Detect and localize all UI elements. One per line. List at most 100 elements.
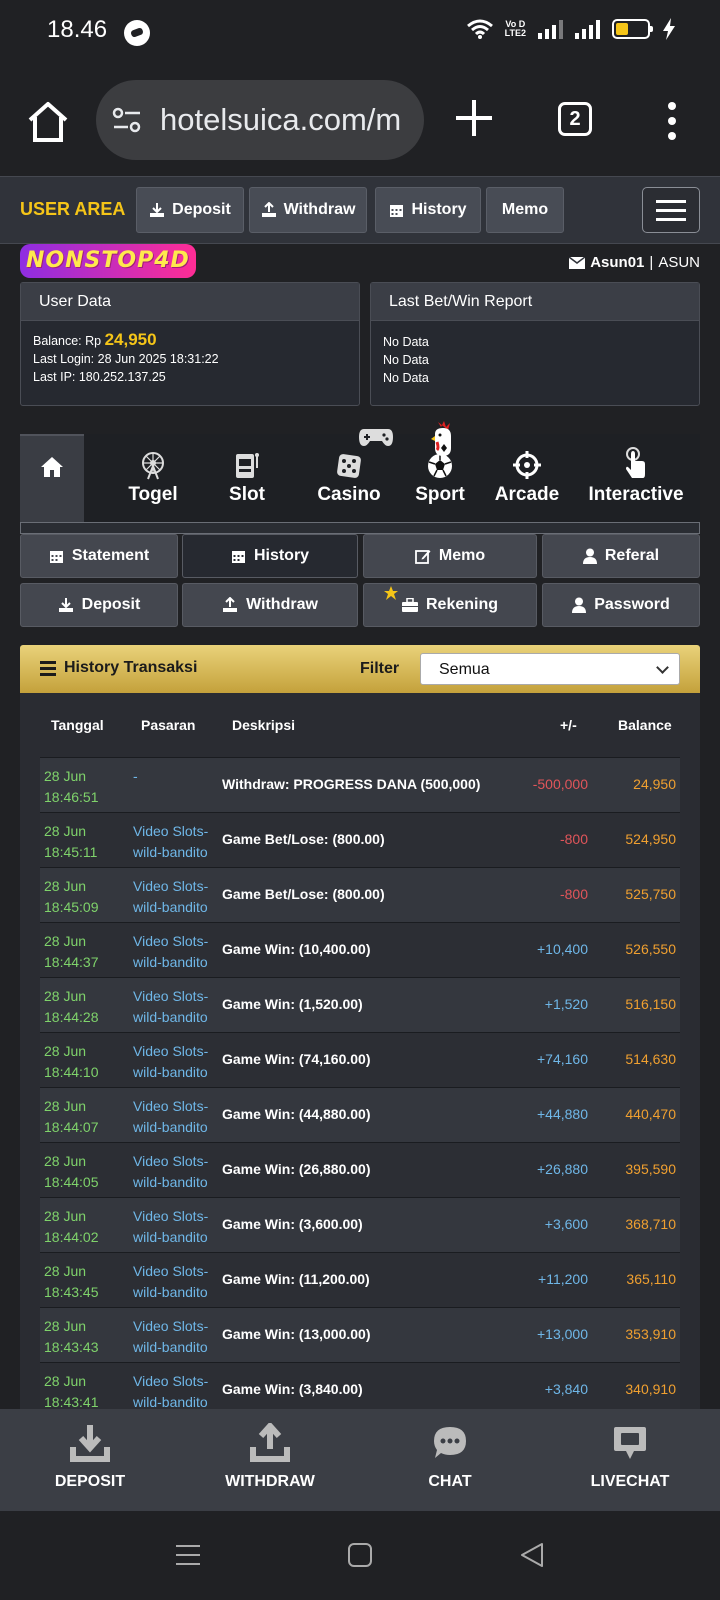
- row-market-cell[interactable]: Video Slots-wild-bandito: [133, 1151, 223, 1193]
- row-market-line1[interactable]: -: [133, 766, 223, 787]
- row-balance: 353,910: [625, 1326, 676, 1342]
- game-tab-interactive[interactable]: Interactive: [570, 446, 702, 506]
- row-balance: 514,630: [625, 1051, 676, 1067]
- top-memo-button[interactable]: Memo: [486, 187, 564, 233]
- history-button[interactable]: History: [182, 534, 358, 578]
- row-description: Game Win: (10,400.00): [222, 941, 371, 957]
- row-market-cell[interactable]: Video Slots-wild-bandito: [133, 1041, 223, 1083]
- site-logo[interactable]: NONSTOP4D: [20, 244, 196, 278]
- row-market-line1[interactable]: Video Slots-: [133, 1371, 223, 1392]
- user-icon: [572, 597, 587, 613]
- row-balance: 395,590: [625, 1161, 676, 1177]
- row-market-line2[interactable]: wild-bandito: [133, 1007, 223, 1028]
- row-time: 18:44:28: [44, 1009, 99, 1025]
- new-tab-icon[interactable]: [456, 100, 492, 136]
- address-bar[interactable]: hotelsuica.com/m: [96, 80, 424, 160]
- row-market-line1[interactable]: Video Slots-: [133, 931, 223, 952]
- table-row: 28 Jun 18:46:51 - Withdraw: PROGRESS DANA (…: [40, 757, 680, 812]
- home-icon: [41, 457, 63, 477]
- battery-icon: [612, 19, 653, 39]
- home-icon[interactable]: [26, 100, 70, 144]
- row-market-line1[interactable]: Video Slots-: [133, 876, 223, 897]
- row-description: Game Win: (74,160.00): [222, 1051, 371, 1067]
- back-icon[interactable]: [520, 1543, 544, 1567]
- row-market-line2[interactable]: wild-bandito: [133, 1337, 223, 1358]
- row-market-line1[interactable]: Video Slots-: [133, 1206, 223, 1227]
- game-nav-scrollbar[interactable]: [20, 522, 700, 534]
- row-market-line1[interactable]: Video Slots-: [133, 1261, 223, 1282]
- row-date: 28 Jun: [44, 1043, 87, 1059]
- col-amount: +/-: [560, 717, 577, 733]
- row-market-line2[interactable]: wild-bandito: [133, 1062, 223, 1083]
- row-date: 28 Jun: [44, 933, 87, 949]
- row-market-cell[interactable]: Video Slots-wild-bandito: [133, 931, 223, 973]
- row-market-line2[interactable]: wild-bandito: [133, 897, 223, 918]
- row-market-line1[interactable]: Video Slots-: [133, 986, 223, 1007]
- top-history-button[interactable]: History: [375, 187, 481, 233]
- url-text[interactable]: hotelsuica.com/m: [160, 102, 401, 138]
- game-tab-slot[interactable]: Slot: [200, 446, 294, 506]
- row-market-line1[interactable]: Video Slots-: [133, 1151, 223, 1172]
- withdraw-button[interactable]: Withdraw: [182, 583, 358, 627]
- row-market-cell[interactable]: Video Slots-wild-bandito: [133, 821, 223, 863]
- row-market-cell[interactable]: Video Slots-wild-bandito: [133, 876, 223, 918]
- volte-bottom: LTE2: [504, 28, 526, 38]
- charging-icon: [663, 18, 675, 40]
- table-row: 28 Jun 18:44:28 Video Slots-wild-bandito Ga…: [40, 977, 680, 1032]
- game-tab-arcade[interactable]: Arcade: [478, 446, 576, 506]
- row-market-cell[interactable]: Video Slots-wild-bandito: [133, 1316, 223, 1358]
- more-menu-icon[interactable]: [668, 102, 676, 140]
- row-market-line2[interactable]: wild-bandito: [133, 952, 223, 973]
- row-market-cell[interactable]: Video Slots-wild-bandito: [133, 1371, 223, 1409]
- row-market-cell[interactable]: Video Slots-wild-bandito: [133, 1096, 223, 1138]
- row-market-cell[interactable]: -: [133, 766, 223, 787]
- top-deposit-label: Deposit: [172, 201, 231, 218]
- row-market-line2[interactable]: wild-bandito: [133, 842, 223, 863]
- row-market-cell[interactable]: Video Slots-wild-bandito: [133, 1206, 223, 1248]
- star-icon: [384, 586, 398, 600]
- recent-apps-icon[interactable]: [176, 1543, 200, 1567]
- rekening-button[interactable]: Rekening: [363, 583, 537, 627]
- site-settings-icon[interactable]: [112, 106, 142, 134]
- bottom-withdraw-button[interactable]: WITHDRAW: [180, 1421, 360, 1491]
- game-home-tab[interactable]: [20, 434, 84, 522]
- top-deposit-button[interactable]: Deposit: [136, 187, 244, 233]
- game-tab-togel[interactable]: Togel: [106, 446, 200, 506]
- bottom-deposit-label: DEPOSIT: [54, 1473, 126, 1490]
- top-withdraw-button[interactable]: Withdraw: [249, 187, 367, 233]
- row-market-cell[interactable]: Video Slots-wild-bandito: [133, 1261, 223, 1303]
- row-market-line2[interactable]: wild-bandito: [133, 1282, 223, 1303]
- row-market-line2[interactable]: wild-bandito: [133, 1117, 223, 1138]
- referal-button[interactable]: Referal: [542, 534, 700, 578]
- row-market-line1[interactable]: Video Slots-: [133, 1041, 223, 1062]
- game-category-nav: Togel Slot Casino Sport Arcade Interacti…: [20, 421, 702, 522]
- withdraw-label: Withdraw: [246, 596, 318, 613]
- statement-button[interactable]: Statement: [20, 534, 178, 578]
- user-icon: [582, 548, 597, 564]
- deposit-label: Deposit: [81, 596, 141, 613]
- row-time: 18:46:51: [44, 789, 99, 805]
- row-market-line2[interactable]: wild-bandito: [133, 1172, 223, 1193]
- home-nav-icon[interactable]: [348, 1543, 372, 1567]
- user-info[interactable]: Asun01 | ASUN: [569, 254, 700, 271]
- password-button[interactable]: Password: [542, 583, 700, 627]
- hamburger-menu-icon[interactable]: [642, 187, 700, 233]
- deposit-button[interactable]: Deposit: [20, 583, 178, 627]
- briefcase-icon: [401, 598, 418, 612]
- row-market-line1[interactable]: Video Slots-: [133, 821, 223, 842]
- bottom-chat-button[interactable]: CHAT: [360, 1421, 540, 1491]
- row-market-line2[interactable]: wild-bandito: [133, 1392, 223, 1409]
- memo-button[interactable]: Memo: [363, 534, 537, 578]
- bottom-livechat-button[interactable]: LIVECHAT: [540, 1421, 720, 1491]
- row-market-line2[interactable]: wild-bandito: [133, 1227, 223, 1248]
- table-row: 28 Jun 18:44:02 Video Slots-wild-bandito Ga…: [40, 1197, 680, 1252]
- filter-select[interactable]: Semua: [420, 653, 680, 685]
- row-market-cell[interactable]: Video Slots-wild-bandito: [133, 986, 223, 1028]
- tab-switcher-button[interactable]: 2: [558, 102, 592, 136]
- calendar-icon: [390, 204, 404, 217]
- row-market-line1[interactable]: Video Slots-: [133, 1316, 223, 1337]
- row-date-cell: 28 Jun 18:43:45: [44, 1261, 134, 1303]
- row-market-line1[interactable]: Video Slots-: [133, 1096, 223, 1117]
- list-icon: [40, 660, 56, 676]
- bottom-deposit-button[interactable]: DEPOSIT: [0, 1421, 180, 1491]
